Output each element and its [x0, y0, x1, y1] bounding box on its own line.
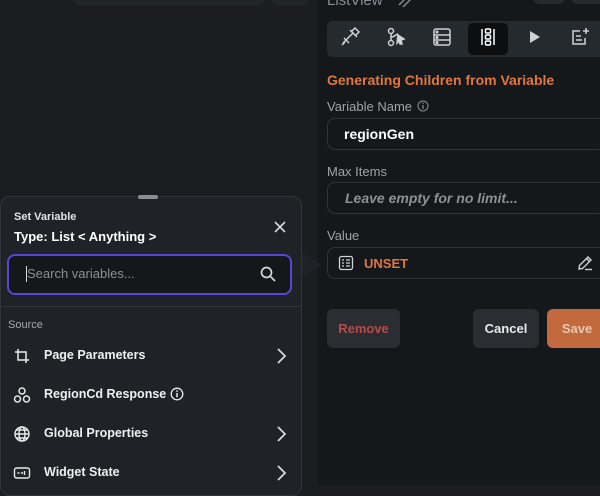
- tab-generate-children[interactable]: [468, 23, 508, 55]
- chevron-right-icon: [274, 424, 288, 449]
- widget-title: ListView: [327, 0, 383, 9]
- variable-source-icon: [338, 255, 354, 276]
- tab-actions[interactable]: [376, 23, 416, 55]
- page-parameters-icon: [13, 347, 31, 370]
- tab-backend-query[interactable]: [422, 23, 462, 55]
- popup-subtitle: Set Variable: [14, 211, 77, 223]
- top-toolbar-remnant: [74, 0, 264, 6]
- tab-notes[interactable]: [560, 23, 600, 55]
- tab-properties[interactable]: [330, 23, 370, 55]
- source-heading: Source: [8, 319, 43, 331]
- max-items-label: Max Items: [327, 164, 387, 179]
- paint-tool-icon: [339, 26, 361, 53]
- api-response-icon: [13, 386, 31, 409]
- drag-handle[interactable]: [138, 195, 158, 199]
- source-item-widget-state[interactable]: Widget State: [0, 459, 300, 487]
- top-right-button[interactable]: [533, 0, 565, 4]
- popup-divider: [1, 306, 301, 307]
- close-icon[interactable]: [272, 219, 288, 240]
- chevron-right-icon: [274, 346, 288, 371]
- source-item-page-parameters[interactable]: Page Parameters: [0, 342, 300, 370]
- source-item-regioncd-response[interactable]: RegionCd Response: [0, 381, 300, 409]
- info-icon[interactable]: [170, 387, 184, 406]
- save-button[interactable]: Save: [547, 309, 600, 348]
- source-item-label: Widget State: [44, 465, 120, 479]
- source-item-label: Global Properties: [44, 426, 149, 440]
- property-tabs: [327, 21, 600, 57]
- play-icon: [523, 26, 545, 53]
- section-title: Generating Children from Variable: [327, 72, 555, 88]
- remove-button[interactable]: Remove: [327, 309, 400, 348]
- popup-pointer: [300, 251, 322, 279]
- value-unset: UNSET: [364, 256, 409, 271]
- popup-title: Type: List < Anything >: [14, 229, 157, 244]
- variable-name-label: Variable Name: [327, 99, 413, 114]
- max-items-placeholder: Leave empty for no limit...: [345, 190, 518, 206]
- search-icon[interactable]: [259, 265, 277, 288]
- cancel-button[interactable]: Cancel: [473, 309, 539, 348]
- top-right-button[interactable]: [571, 0, 600, 4]
- globe-icon: [13, 425, 31, 448]
- backend-query-icon: [431, 26, 453, 53]
- chevron-right-icon: [274, 463, 288, 488]
- info-icon[interactable]: [417, 99, 429, 117]
- search-placeholder: Search variables...: [27, 266, 135, 281]
- value-label: Value: [327, 228, 360, 243]
- widget-state-icon: [13, 464, 31, 487]
- variable-name-value: regionGen: [344, 126, 415, 142]
- edit-icon[interactable]: [397, 0, 413, 12]
- tab-preview[interactable]: [514, 23, 554, 55]
- source-item-label: Page Parameters: [44, 348, 146, 362]
- source-item-global-properties[interactable]: Global Properties: [0, 420, 300, 448]
- cursor-action-icon: [385, 26, 407, 53]
- source-item-label: RegionCd Response: [44, 387, 167, 401]
- top-button-remnant: [272, 0, 308, 6]
- edit-value-icon[interactable]: [576, 254, 594, 277]
- notes-icon: [569, 26, 591, 53]
- generate-children-icon: [477, 26, 499, 53]
